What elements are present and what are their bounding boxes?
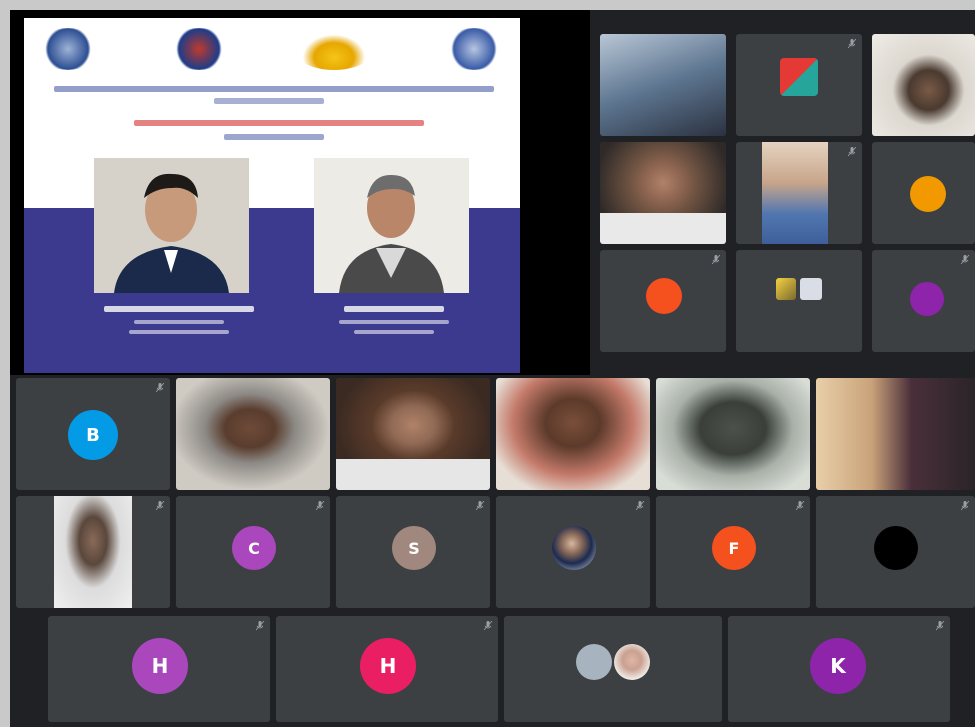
participant-avatar	[576, 644, 612, 680]
mic-off-icon	[848, 39, 856, 49]
speaker-detail-line	[129, 330, 229, 334]
participant-avatar	[910, 176, 946, 212]
mic-off-icon	[712, 255, 720, 265]
mic-off-icon	[636, 501, 644, 511]
participant-tile[interactable]	[600, 34, 726, 136]
participant-tile[interactable]: C	[176, 496, 330, 608]
participant-video	[176, 378, 330, 490]
mic-off-icon	[484, 621, 492, 631]
participant-tile[interactable]	[872, 142, 975, 244]
participant-tile[interactable]: H	[48, 616, 270, 722]
participant-avatar: B	[68, 410, 118, 460]
participant-shirt	[600, 213, 726, 244]
participant-tile[interactable]	[736, 250, 862, 352]
participant-tile[interactable]: H	[276, 616, 498, 722]
participant-video	[496, 378, 650, 490]
mic-off-icon	[256, 621, 264, 631]
participant-avatar	[910, 282, 944, 316]
slide-header-line	[214, 98, 324, 104]
participant-tile[interactable]	[600, 250, 726, 352]
participant-avatar: H	[132, 638, 188, 694]
participant-tile[interactable]	[656, 378, 810, 490]
emblem-logo	[444, 28, 504, 70]
mic-off-icon	[961, 501, 969, 511]
participant-tile[interactable]	[816, 496, 975, 608]
participant-avatar	[874, 526, 918, 570]
participant-video	[762, 142, 828, 244]
speaker-name-line	[104, 306, 254, 312]
mic-off-icon	[476, 501, 484, 511]
participant-video	[872, 34, 975, 136]
slide-header-line	[54, 86, 494, 92]
speaker-name-line	[344, 306, 444, 312]
participant-tile[interactable]: K	[728, 616, 950, 722]
emblem-logo	[169, 28, 229, 70]
participant-tile[interactable]	[736, 34, 862, 136]
participant-tile[interactable]: F	[656, 496, 810, 608]
participant-avatar: S	[392, 526, 436, 570]
participant-avatar-photo	[776, 278, 796, 300]
emblem-logo	[294, 28, 374, 70]
participant-tile[interactable]: B	[16, 378, 170, 490]
participant-video	[656, 378, 810, 490]
participant-tile[interactable]	[496, 378, 650, 490]
speaker-photo	[314, 158, 469, 293]
participant-avatar-photo	[552, 526, 596, 570]
emblem-logo	[38, 28, 98, 70]
participant-shirt	[336, 458, 490, 490]
participant-avatar: H	[360, 638, 416, 694]
participant-tile[interactable]	[336, 378, 490, 490]
participant-video	[54, 496, 132, 608]
participant-avatar	[646, 278, 682, 314]
mic-off-icon	[848, 147, 856, 157]
participant-tile[interactable]	[872, 250, 975, 352]
participant-video	[816, 378, 975, 490]
participant-video	[600, 34, 726, 136]
participant-tile[interactable]	[504, 616, 722, 722]
speaker-detail-line	[134, 320, 224, 324]
participant-avatar-photo	[800, 278, 822, 300]
participant-tile[interactable]	[600, 142, 726, 244]
participant-tile[interactable]	[816, 378, 975, 490]
speaker-detail-line	[339, 320, 449, 324]
shared-slide	[24, 18, 520, 373]
participant-tile[interactable]: S	[336, 496, 490, 608]
participant-tile[interactable]	[736, 142, 862, 244]
presentation-panel[interactable]	[10, 10, 590, 375]
participant-tile[interactable]	[872, 34, 975, 136]
participant-avatar: F	[712, 526, 756, 570]
participant-avatar: C	[232, 526, 276, 570]
mic-off-icon	[316, 501, 324, 511]
participant-tile[interactable]	[16, 496, 170, 608]
participant-avatar	[780, 58, 818, 96]
mic-off-icon	[156, 501, 164, 511]
mic-off-icon	[156, 383, 164, 393]
mic-off-icon	[796, 501, 804, 511]
mic-off-icon	[936, 621, 944, 631]
speaker-photo	[94, 158, 249, 293]
speaker-detail-line	[354, 330, 434, 334]
slide-title-line	[134, 120, 424, 126]
meeting-grid: B C S F H H K	[10, 10, 975, 727]
participant-avatar: K	[810, 638, 866, 694]
participant-avatar-photo	[614, 644, 650, 680]
slide-title-line	[224, 134, 324, 140]
mic-off-icon	[961, 255, 969, 265]
participant-tile[interactable]	[176, 378, 330, 490]
participant-tile[interactable]	[496, 496, 650, 608]
